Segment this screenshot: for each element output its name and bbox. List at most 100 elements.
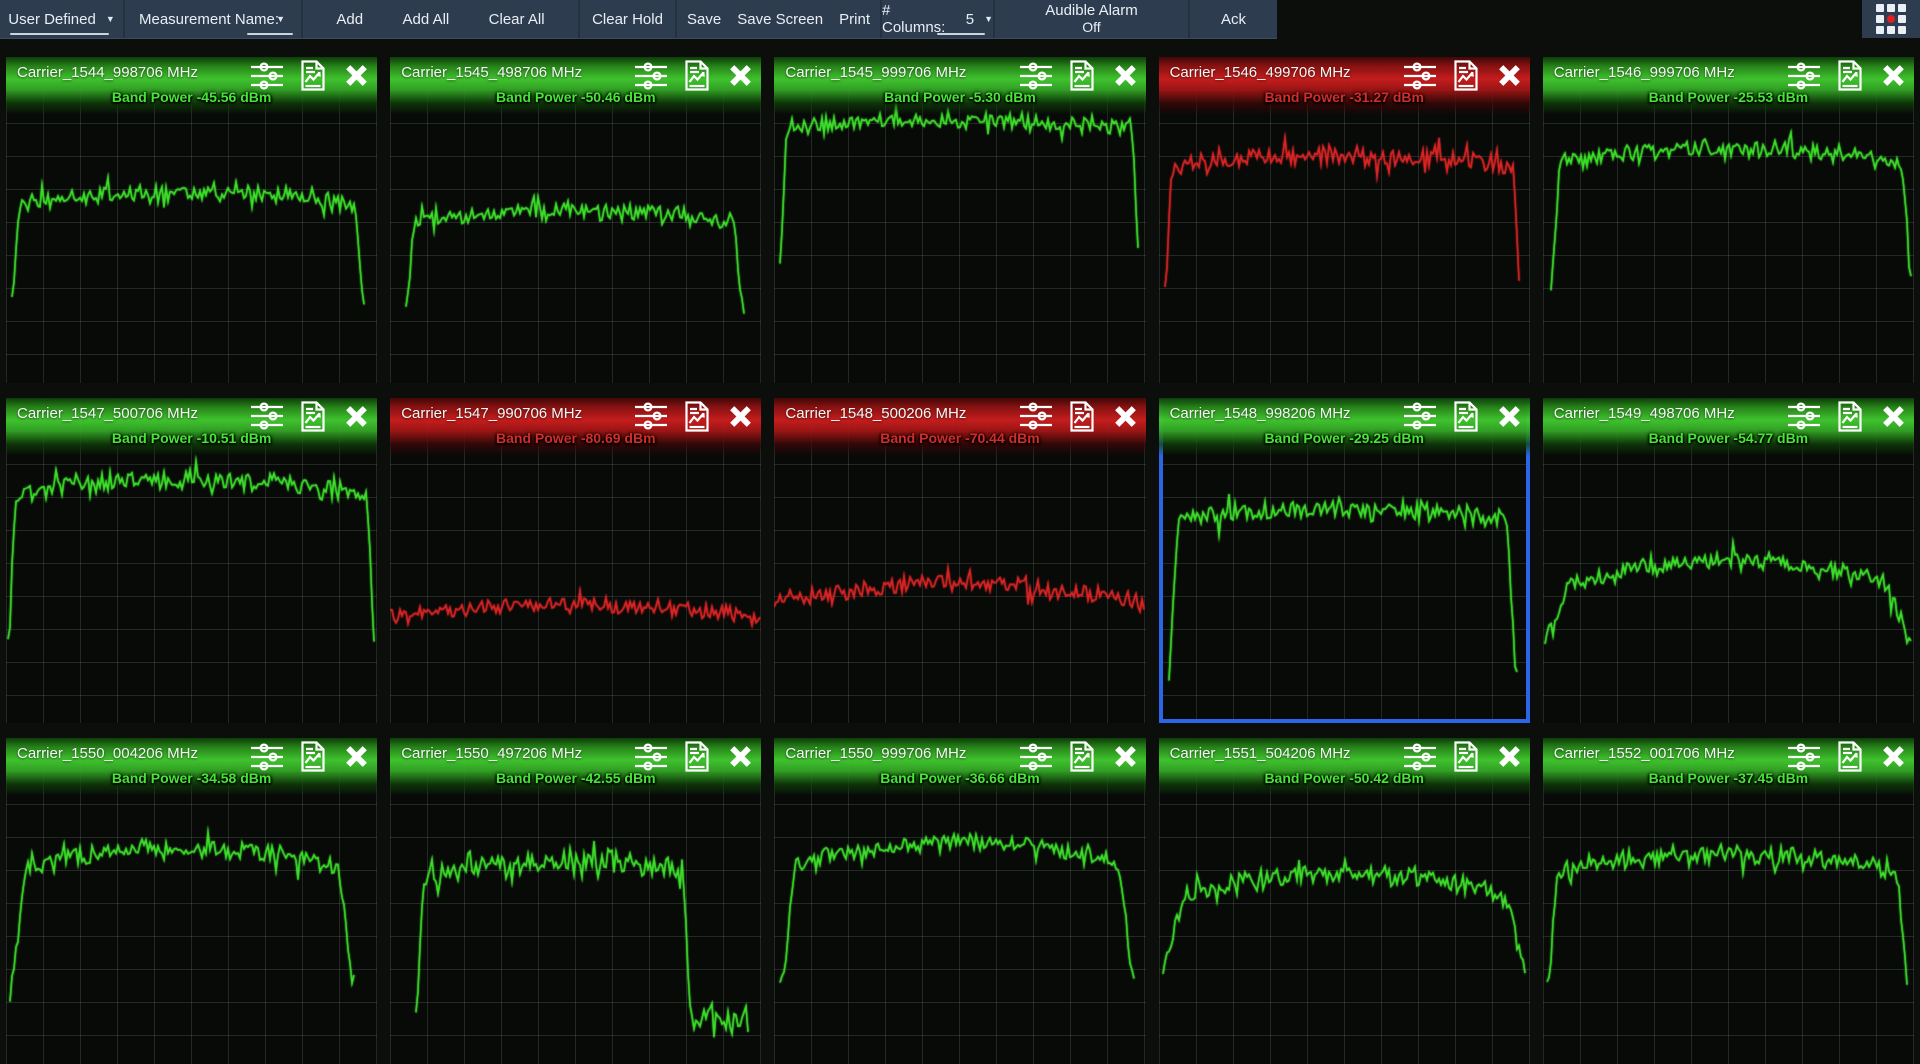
settings-sliders-icon[interactable] xyxy=(1019,61,1053,91)
settings-sliders-icon[interactable] xyxy=(634,742,668,772)
settings-sliders-icon[interactable] xyxy=(634,401,668,431)
settings-sliders-icon[interactable] xyxy=(250,401,284,431)
close-icon[interactable] xyxy=(342,742,371,771)
ack-label: Ack xyxy=(1221,11,1246,28)
close-icon[interactable] xyxy=(1111,61,1140,90)
report-icon[interactable] xyxy=(300,60,326,91)
preset-dropdown-label: User Defined xyxy=(8,11,96,28)
band-power-label: Band Power -5.30 dBm xyxy=(774,89,1145,111)
close-icon[interactable] xyxy=(1879,402,1908,431)
carrier-panel[interactable]: Carrier_1547_500706 MHz xyxy=(6,398,377,724)
audible-alarm-label: Audible Alarm xyxy=(1045,2,1138,19)
settings-sliders-icon[interactable] xyxy=(1019,742,1053,772)
close-icon[interactable] xyxy=(1111,402,1140,431)
save-button[interactable]: Save xyxy=(681,11,727,28)
close-icon[interactable] xyxy=(1495,61,1524,90)
report-icon[interactable] xyxy=(684,741,710,772)
panel-icon-group xyxy=(250,60,371,91)
settings-sliders-icon[interactable] xyxy=(1019,401,1053,431)
print-button[interactable]: Print xyxy=(833,11,876,28)
report-icon[interactable] xyxy=(684,60,710,91)
panel-icon-group xyxy=(1403,401,1524,432)
settings-sliders-icon[interactable] xyxy=(1403,401,1437,431)
band-power-label: Band Power -31.27 dBm xyxy=(1159,89,1530,111)
carrier-panel[interactable]: Carrier_1545_999706 MHz xyxy=(774,57,1145,383)
clear-hold-button[interactable]: Clear Hold xyxy=(580,0,677,38)
carrier-panel[interactable]: Carrier_1547_990706 MHz xyxy=(390,398,761,724)
add-button[interactable]: Add xyxy=(330,11,369,28)
settings-sliders-icon[interactable] xyxy=(1787,401,1821,431)
carrier-panel[interactable]: Carrier_1550_497206 MHz xyxy=(390,738,761,1064)
report-icon[interactable] xyxy=(1837,401,1863,432)
settings-sliders-icon[interactable] xyxy=(1403,742,1437,772)
save-screen-button[interactable]: Save Screen xyxy=(731,11,829,28)
carrier-panel[interactable]: Carrier_1546_999706 MHz xyxy=(1543,57,1914,383)
band-power-label: Band Power -45.56 dBm xyxy=(6,89,377,111)
carrier-panel[interactable]: Carrier_1545_498706 MHz xyxy=(390,57,761,383)
band-power-label: Band Power -42.55 dBm xyxy=(390,770,761,792)
band-power-label: Band Power -80.69 dBm xyxy=(390,430,761,452)
close-icon[interactable] xyxy=(342,61,371,90)
clear-all-button[interactable]: Clear All xyxy=(483,11,551,28)
panel-icon-group xyxy=(1787,60,1908,91)
settings-sliders-icon[interactable] xyxy=(250,742,284,772)
measurement-name-dropdown[interactable]: Measurement Name: ▼ xyxy=(125,0,303,38)
panel-icon-group xyxy=(250,401,371,432)
settings-sliders-icon[interactable] xyxy=(1787,61,1821,91)
carrier-panel[interactable]: Carrier_1550_004206 MHz xyxy=(6,738,377,1064)
report-icon[interactable] xyxy=(684,401,710,432)
preset-dropdown[interactable]: User Defined ▼ xyxy=(0,0,125,38)
chevron-down-icon: ▼ xyxy=(984,14,993,24)
carrier-panel[interactable]: Carrier_1549_498706 MHz xyxy=(1543,398,1914,724)
close-icon[interactable] xyxy=(726,61,755,90)
carrier-panel[interactable]: Carrier_1548_500206 MHz xyxy=(774,398,1145,724)
settings-sliders-icon[interactable] xyxy=(634,61,668,91)
carrier-panel[interactable]: Carrier_1544_998706 MHz xyxy=(6,57,377,383)
band-power-label: Band Power -54.77 dBm xyxy=(1543,430,1914,452)
report-icon[interactable] xyxy=(1069,401,1095,432)
panel-icon-group xyxy=(634,60,755,91)
columns-value: 5 xyxy=(966,11,974,28)
report-icon[interactable] xyxy=(1453,741,1479,772)
chevron-down-icon: ▼ xyxy=(106,14,115,24)
close-icon[interactable] xyxy=(342,402,371,431)
report-icon[interactable] xyxy=(300,401,326,432)
panel-icon-group xyxy=(250,741,371,772)
settings-sliders-icon[interactable] xyxy=(1787,742,1821,772)
add-all-button[interactable]: Add All xyxy=(397,11,456,28)
carrier-panel[interactable]: Carrier_1551_504206 MHz xyxy=(1159,738,1530,1064)
close-icon[interactable] xyxy=(1495,742,1524,771)
panel-icon-group xyxy=(1403,60,1524,91)
close-icon[interactable] xyxy=(1111,742,1140,771)
carrier-panel[interactable]: Carrier_1550_999706 MHz xyxy=(774,738,1145,1064)
settings-sliders-icon[interactable] xyxy=(1403,61,1437,91)
carrier-name: Carrier_1548_998206 MHz xyxy=(1170,405,1351,422)
report-icon[interactable] xyxy=(1837,60,1863,91)
report-icon[interactable] xyxy=(300,741,326,772)
carrier-name: Carrier_1545_498706 MHz xyxy=(401,64,582,81)
report-icon[interactable] xyxy=(1453,401,1479,432)
close-icon[interactable] xyxy=(1879,61,1908,90)
carrier-panel[interactable]: Carrier_1552_001706 MHz xyxy=(1543,738,1914,1064)
band-power-label: Band Power -10.51 dBm xyxy=(6,430,377,452)
report-icon[interactable] xyxy=(1069,60,1095,91)
layout-grid-button[interactable] xyxy=(1862,0,1920,38)
report-icon[interactable] xyxy=(1837,741,1863,772)
close-icon[interactable] xyxy=(726,402,755,431)
ack-button[interactable]: Ack xyxy=(1190,0,1277,38)
settings-sliders-icon[interactable] xyxy=(250,61,284,91)
carrier-panel[interactable]: Carrier_1548_998206 MHz xyxy=(1159,398,1530,724)
band-power-label: Band Power -29.25 dBm xyxy=(1159,430,1530,452)
columns-label: # Columns: xyxy=(882,2,957,36)
carrier-name: Carrier_1548_500206 MHz xyxy=(785,405,966,422)
panel-icon-group xyxy=(634,741,755,772)
close-icon[interactable] xyxy=(1495,402,1524,431)
band-power-label: Band Power -50.46 dBm xyxy=(390,89,761,111)
audible-alarm-toggle[interactable]: Audible Alarm Off xyxy=(995,0,1190,38)
report-icon[interactable] xyxy=(1069,741,1095,772)
close-icon[interactable] xyxy=(726,742,755,771)
report-icon[interactable] xyxy=(1453,60,1479,91)
carrier-panel[interactable]: Carrier_1546_499706 MHz xyxy=(1159,57,1530,383)
close-icon[interactable] xyxy=(1879,742,1908,771)
columns-dropdown[interactable]: # Columns: 5 ▼ xyxy=(882,0,995,38)
